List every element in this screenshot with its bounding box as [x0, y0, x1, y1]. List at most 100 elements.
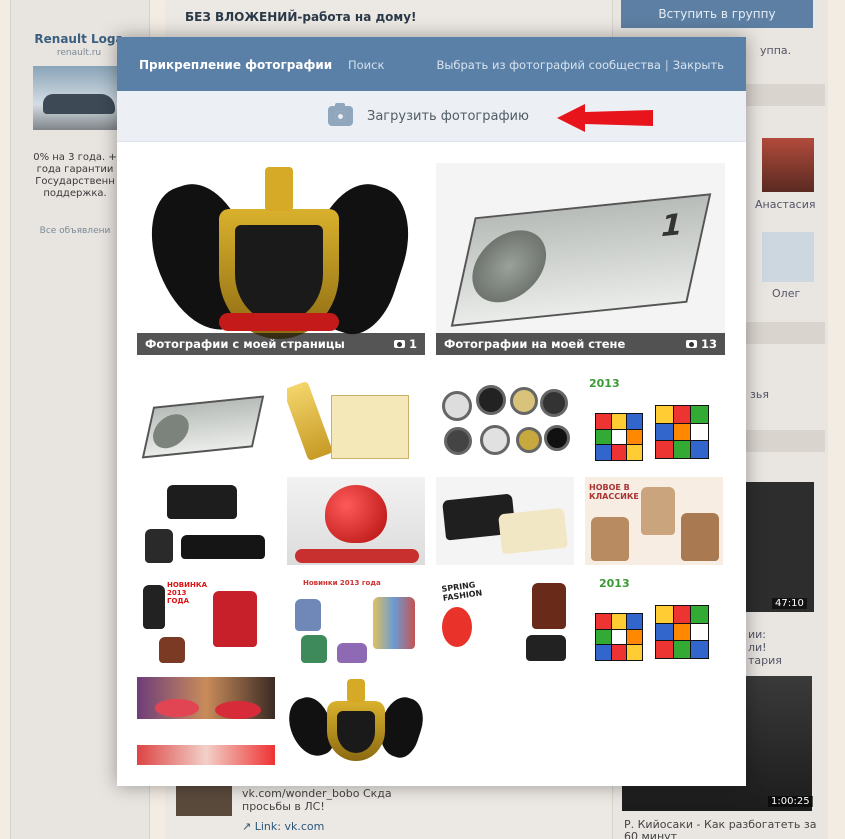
album-name: Фотографии на моей стене: [444, 337, 626, 351]
backpack-image: [337, 643, 367, 663]
photo-thumb[interactable]: Новинки 2013 года: [287, 577, 425, 665]
upload-photo-label[interactable]: Загрузить фотографию: [367, 109, 529, 124]
bag-image: [591, 517, 629, 561]
money-book-image: [141, 395, 265, 459]
album-my-wall[interactable]: 1 Фотографии на моей стене 13: [436, 163, 725, 355]
avatar[interactable]: [762, 232, 814, 282]
promo-label: SPRING FASHION: [441, 580, 483, 603]
photo-thumb[interactable]: [137, 377, 275, 465]
coat-of-arms-crown: [265, 167, 293, 211]
album-count: 1: [393, 333, 417, 355]
search-tab[interactable]: Поиск: [348, 58, 384, 72]
feed-link[interactable]: ↗ Link: vk.com: [242, 820, 324, 833]
year-label: 2013: [599, 577, 630, 590]
promo-label: НОВИНКА 2013 ГОДА: [167, 581, 208, 605]
watch-image: [510, 387, 538, 415]
heart-bag-image: [325, 485, 387, 543]
photo-thumb[interactable]: НОВИНКА 2013 ГОДА: [137, 577, 275, 665]
backpack-image: [159, 637, 185, 663]
bag-image: [681, 513, 719, 561]
watch-image: [516, 427, 542, 453]
coat-of-arms-inner: [235, 225, 323, 323]
photo-thumb[interactable]: [287, 677, 425, 765]
video-caption-line: тария: [748, 654, 782, 667]
ad-car-image[interactable]: [33, 66, 125, 130]
photo-thumb[interactable]: [287, 377, 425, 465]
bill-digit: 1: [656, 207, 687, 245]
watch-image: [544, 425, 570, 451]
coat-of-arms-crown: [347, 679, 365, 703]
attach-photo-modal: Прикрепление фотографии Поиск Выбрать из…: [117, 37, 746, 786]
backpack-image: [143, 585, 165, 629]
join-group-button[interactable]: Вступить в группу: [621, 0, 813, 28]
quill-image: [287, 380, 334, 462]
modal-header: Прикрепление фотографии Поиск Выбрать из…: [117, 37, 746, 91]
watch-image: [480, 425, 510, 455]
modal-title[interactable]: Прикрепление фотографии: [139, 58, 332, 72]
photo-thumb[interactable]: [287, 477, 425, 565]
camera-icon: [328, 103, 353, 126]
photo-thumb[interactable]: [436, 477, 574, 565]
video-thumbnail[interactable]: [740, 482, 814, 612]
video-duration: 47:10: [772, 598, 807, 609]
backpack-image: [213, 591, 257, 647]
rubik-bag-image: [655, 605, 709, 659]
lips-clutch-image: [215, 701, 261, 719]
rubik-bag-image: [595, 613, 643, 661]
link-icon: ↗: [242, 820, 252, 833]
photo-thumb[interactable]: [436, 377, 574, 465]
community-photos-link[interactable]: Выбрать из фотографий сообщества: [436, 58, 660, 72]
photo-thumb[interactable]: [137, 677, 275, 765]
spiked-bag-image: [532, 583, 566, 629]
bag-image: [181, 535, 265, 559]
coat-of-arms-inner: [337, 711, 375, 753]
photo-count-icon: [393, 340, 405, 348]
feed-post-title[interactable]: БЕЗ ВЛОЖЕНИЙ-работа на дому!: [185, 10, 417, 24]
backpack-image: [373, 597, 415, 649]
money-book-image: 1: [450, 193, 712, 327]
video-caption[interactable]: 60 минут: [624, 830, 677, 839]
video-duration: 1:00:25: [768, 796, 813, 807]
photo-thumb[interactable]: 2013: [585, 577, 723, 665]
coat-of-arms-ribbon: [219, 313, 339, 331]
friends-label: зья: [750, 388, 769, 401]
portrait: [149, 412, 193, 450]
portrait: [465, 226, 554, 306]
feed-text: просьбы в ЛС!: [242, 800, 325, 813]
promo-label: Новинки 2013 года: [303, 579, 381, 587]
upload-bar: Загрузить фотографию: [117, 91, 746, 142]
album-name: Фотографии с моей страницы: [145, 337, 345, 351]
lips-clutch-image: [137, 745, 275, 765]
group-label: уппа.: [760, 44, 792, 57]
album-count: 13: [685, 333, 717, 355]
backpack-image: [295, 599, 321, 631]
photo-thumb[interactable]: [137, 477, 275, 565]
photo-thumb[interactable]: 2013: [585, 377, 723, 465]
album-count-value: 1: [408, 337, 417, 351]
close-link[interactable]: Закрыть: [673, 58, 724, 72]
rubik-bag-image: [655, 405, 709, 459]
friend-name[interactable]: Олег: [772, 287, 800, 300]
modal-header-links: Выбрать из фотографий сообщества | Закрыть: [436, 58, 724, 72]
photo-count-icon: [685, 340, 697, 348]
avatar[interactable]: [762, 138, 814, 192]
bag-image: [167, 485, 237, 519]
album-my-page[interactable]: Фотографии с моей страницы 1: [137, 163, 425, 355]
bag-image: [145, 529, 173, 563]
video-caption[interactable]: ии: ли! тария: [748, 628, 782, 667]
upload-photo-button[interactable]: Загрузить фотографию: [328, 103, 529, 126]
album-caption: Фотографии с моей страницы 1: [137, 333, 425, 355]
feed-link-text[interactable]: Link: vk.com: [255, 820, 325, 833]
photo-thumb[interactable]: НОВОЕ В КЛАССИКЕ: [585, 477, 723, 565]
lips-clutch-image: [155, 699, 199, 717]
video-caption-line: ии:: [748, 628, 767, 641]
red-arrow-icon: [557, 104, 653, 132]
year-label: 2013: [589, 377, 620, 390]
scroll-image: [331, 395, 409, 459]
feed-text: vk.com/wonder_bobo Скда: [242, 787, 392, 800]
friend-name[interactable]: Анастасия: [755, 198, 815, 211]
video-caption-line: ли!: [748, 641, 767, 654]
spiked-bag-image: [442, 607, 472, 647]
album-count-value: 13: [700, 337, 717, 351]
photo-thumb[interactable]: SPRING FASHION: [436, 577, 574, 665]
